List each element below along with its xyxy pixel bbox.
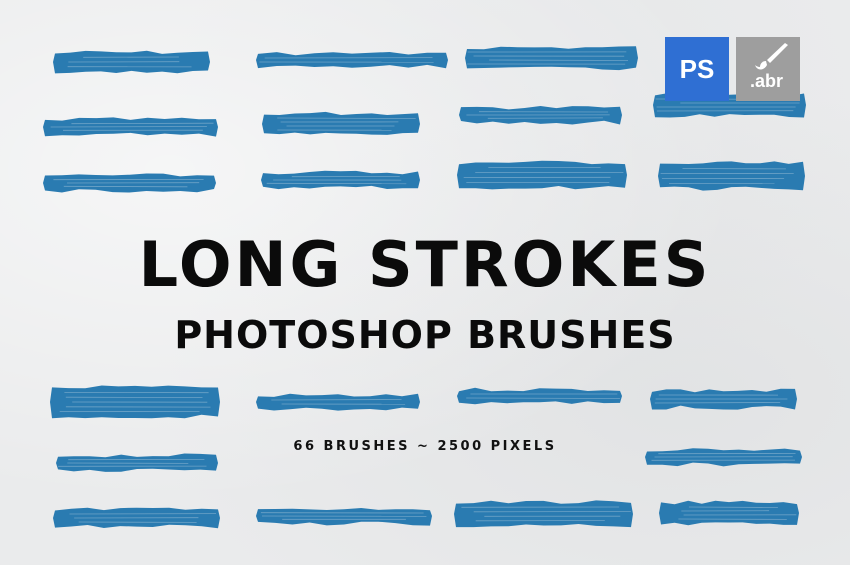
brush-stroke xyxy=(650,388,797,410)
brush-stroke xyxy=(459,106,622,125)
brush-stroke xyxy=(658,161,805,191)
brush-stroke xyxy=(454,500,633,528)
brush-stroke xyxy=(53,507,220,529)
brush-stroke xyxy=(262,111,420,135)
ps-label: PS xyxy=(679,53,715,84)
brush-stroke xyxy=(465,46,638,71)
abr-file-badge: .abr xyxy=(736,37,800,101)
brush-stroke xyxy=(50,385,220,419)
brush-stroke xyxy=(56,453,218,472)
brush-stroke xyxy=(43,173,216,193)
brush-stroke xyxy=(659,500,799,526)
brush-stroke xyxy=(261,170,420,190)
page-subtitle: PHOTOSHOP BRUSHES xyxy=(174,313,676,357)
brush-stroke xyxy=(256,508,432,526)
brush-stroke xyxy=(256,52,448,69)
brush-stroke xyxy=(256,393,420,411)
brush-stroke xyxy=(457,160,627,190)
brush-stroke xyxy=(43,117,218,137)
brush-count-caption: 66 BRUSHES ~ 2500 PIXELS xyxy=(293,439,557,454)
abr-label: .abr xyxy=(750,71,784,91)
paintbrush-icon xyxy=(755,43,788,70)
brush-stroke xyxy=(53,50,210,74)
page-title: LONG STROKES xyxy=(138,228,712,301)
brush-stroke xyxy=(457,387,622,405)
photoshop-badge: PS xyxy=(665,37,729,101)
